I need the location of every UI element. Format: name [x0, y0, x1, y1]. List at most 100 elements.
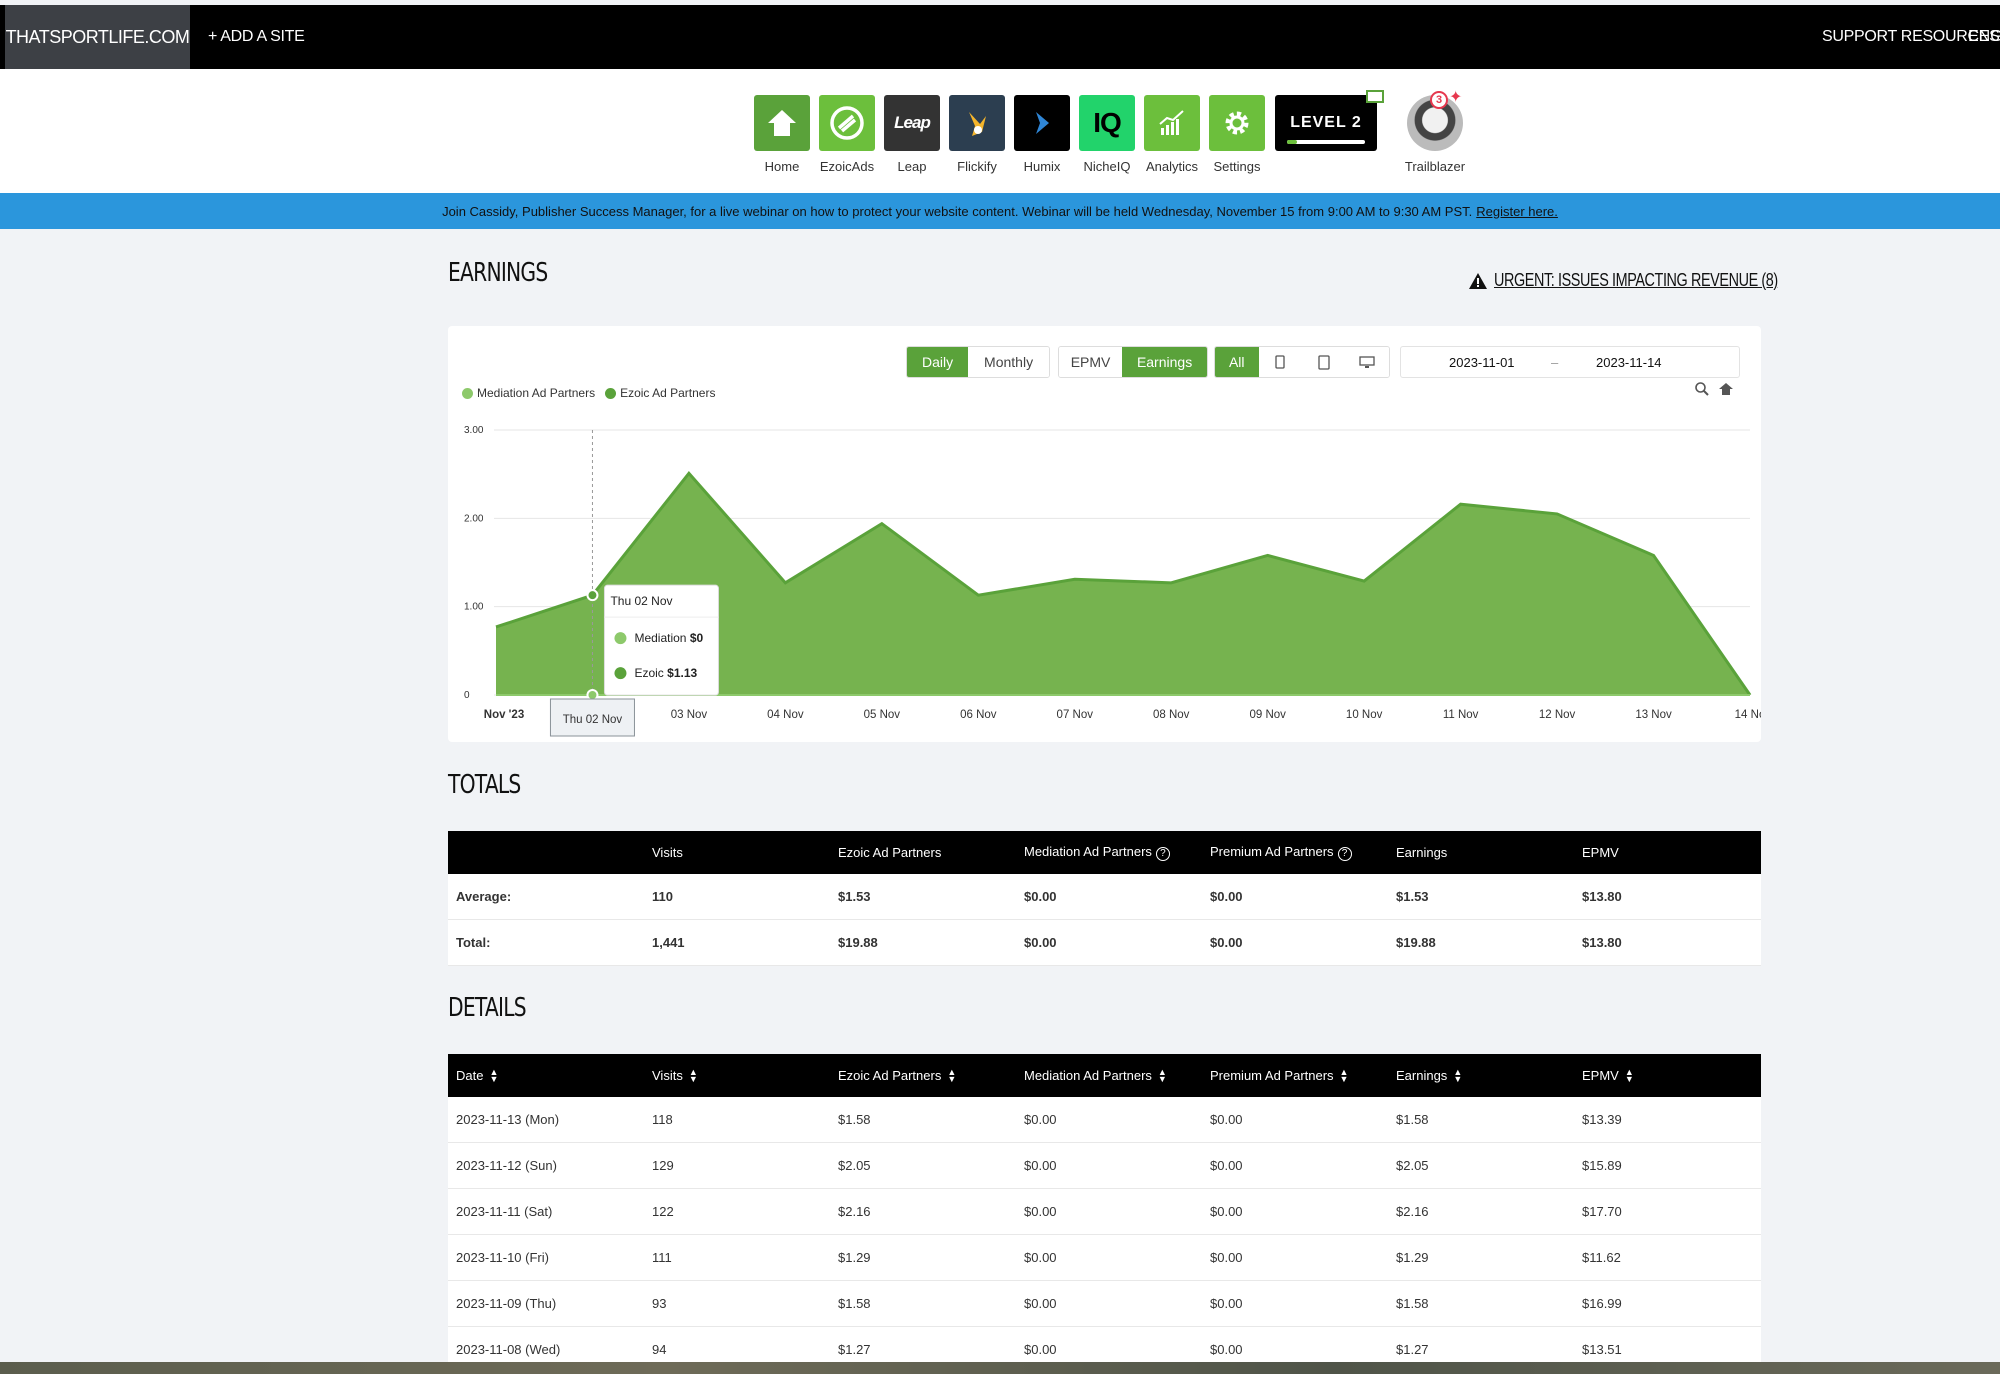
totals-row: Total: 1,441 $19.88 $0.00 $0.00 $19.88 $13.80: [448, 920, 1761, 966]
language-selector[interactable]: ENGLI: [1968, 5, 2000, 69]
legend-dot-ezoic: [605, 387, 617, 399]
sortable-column-header[interactable]: Earnings ▲ ▼: [1396, 1068, 1462, 1084]
app-humix[interactable]: Humix: [1014, 95, 1070, 174]
sort-icon[interactable]: ▲ ▼: [1625, 1068, 1634, 1084]
table-cell: $1.53: [1396, 889, 1429, 904]
add-site-link[interactable]: + ADD A SITE: [208, 5, 305, 69]
column-label: Visits: [652, 1067, 683, 1083]
app-ezoicads[interactable]: EzoicAds: [819, 95, 875, 174]
help-icon[interactable]: ?: [1337, 846, 1352, 861]
table-row: 2023-11-10 (Fri) 111 $1.29 $0.00 $0.00 $1.29 $…: [448, 1235, 1761, 1281]
sortable-column-header[interactable]: Visits ▲ ▼: [652, 1068, 698, 1084]
table-cell: 110: [652, 889, 673, 904]
mail-icon[interactable]: [1366, 90, 1384, 103]
register-link[interactable]: Register here.: [1476, 204, 1558, 219]
table-cell: $2.05: [1396, 1158, 1429, 1173]
help-icon[interactable]: ?: [1155, 846, 1170, 861]
daily-button[interactable]: Daily: [907, 347, 969, 377]
leap-icon: Leap: [884, 95, 940, 151]
x-tick-label: 08 Nov: [1153, 709, 1190, 721]
sort-icon[interactable]: ▲ ▼: [947, 1068, 956, 1084]
site-selector[interactable]: THATSPORTLIFE.COM: [5, 5, 190, 69]
table-cell: $0.00: [1024, 1342, 1057, 1357]
table-cell: $0.00: [1024, 1204, 1057, 1219]
desktop-device-button[interactable]: [1345, 347, 1389, 377]
table-row: 2023-11-09 (Thu) 93 $1.58 $0.00 $0.00 $1.58 $1…: [448, 1281, 1761, 1327]
monthly-button[interactable]: Monthly: [968, 347, 1049, 377]
top-nav-bar: THATSPORTLIFE.COM + ADD A SITE SUPPORT R…: [0, 5, 2000, 69]
details-header-row: Date ▲ ▼ Visits ▲ ▼ Ezoic Ad Partners ▲ ▼ Mediati…: [448, 1054, 1761, 1097]
sort-icon[interactable]: ▲ ▼: [489, 1068, 498, 1084]
app-leap[interactable]: Leap Leap: [884, 95, 940, 174]
table-cell: $1.58: [1396, 1112, 1429, 1127]
y-tick-label: 3.00: [464, 425, 484, 436]
sort-icon[interactable]: ▲ ▼: [1453, 1068, 1462, 1084]
app-label: Leap: [897, 159, 927, 174]
table-cell: 2023-11-10 (Fri): [456, 1250, 549, 1265]
zoom-icon[interactable]: [1694, 381, 1710, 397]
totals-header-row: Visits Ezoic Ad Partners Mediation Ad Pa…: [448, 831, 1761, 874]
app-settings[interactable]: Settings: [1209, 95, 1265, 174]
sortable-column-header[interactable]: Date ▲ ▼: [456, 1068, 498, 1084]
table-cell: $1.27: [838, 1342, 871, 1357]
totals-table: Visits Ezoic Ad Partners Mediation Ad Pa…: [448, 831, 1761, 966]
sortable-column-header[interactable]: Premium Ad Partners ▲ ▼: [1210, 1068, 1348, 1084]
hover-point-ezoic: [586, 589, 599, 602]
earnings-title: EARNINGS: [448, 258, 548, 288]
table-cell: $1.58: [1396, 1296, 1429, 1311]
table-cell: 93: [652, 1296, 667, 1311]
app-flickify[interactable]: Flickify: [949, 95, 1005, 174]
legend-label-ezoic[interactable]: Ezoic Ad Partners: [620, 386, 715, 400]
app-analytics[interactable]: Analytics: [1144, 95, 1200, 174]
period-toggle: Daily Monthly: [906, 346, 1050, 378]
table-cell: Average:: [456, 889, 512, 904]
table-cell: $0.00: [1210, 1250, 1243, 1265]
sortable-column-header[interactable]: Ezoic Ad Partners ▲ ▼: [838, 1068, 956, 1084]
table-row: 2023-11-12 (Sun) 129 $2.05 $0.00 $0.00 $2.05 $…: [448, 1143, 1761, 1189]
earnings-button[interactable]: Earnings: [1122, 347, 1207, 377]
x-tick-label: 06 Nov: [960, 709, 997, 721]
sortable-column-header[interactable]: Mediation Ad Partners ▲ ▼: [1024, 1068, 1167, 1084]
all-devices-button[interactable]: All: [1215, 347, 1259, 377]
sort-icon[interactable]: ▲ ▼: [689, 1068, 698, 1084]
urgent-text: URGENT: ISSUES IMPACTING REVENUE (8): [1494, 270, 1778, 290]
sortable-column-header[interactable]: EPMV ▲ ▼: [1582, 1068, 1634, 1084]
tablet-icon: [1318, 354, 1330, 370]
table-cell: $0.00: [1024, 1158, 1057, 1173]
desktop-icon: [1359, 355, 1375, 368]
reset-zoom-home-icon[interactable]: [1718, 381, 1734, 397]
column-label: Earnings: [1396, 1067, 1448, 1083]
table-cell: $1.27: [1396, 1342, 1429, 1357]
column-label: Date: [456, 1067, 484, 1083]
app-nicheiq[interactable]: IQ NicheIQ: [1079, 95, 1135, 174]
details-title: DETAILS: [448, 993, 527, 1023]
mobile-device-button[interactable]: [1258, 347, 1302, 377]
date-range-picker[interactable]: 2023-11-01 – 2023-11-14: [1400, 346, 1740, 378]
tooltip-date: Thu 02 Nov: [610, 594, 672, 608]
tablet-device-button[interactable]: [1302, 347, 1346, 377]
sort-icon[interactable]: ▲ ▼: [1158, 1068, 1167, 1084]
date-from-field[interactable]: 2023-11-01: [1449, 355, 1515, 370]
table-cell: $1.29: [838, 1250, 871, 1265]
date-separator: –: [1551, 354, 1559, 370]
legend-label-mediation[interactable]: Mediation Ad Partners: [477, 386, 595, 400]
device-toggle: All: [1214, 346, 1390, 378]
app-home[interactable]: Home: [754, 95, 810, 174]
app-label: Flickify: [957, 159, 997, 174]
table-cell: $13.51: [1582, 1342, 1622, 1357]
table-cell: $0.00: [1024, 889, 1057, 904]
col-mediation: Mediation Ad Partners?: [1024, 844, 1170, 861]
table-cell: 94: [652, 1342, 667, 1357]
analytics-icon: [1144, 95, 1200, 151]
urgent-issues-link[interactable]: URGENT: ISSUES IMPACTING REVENUE (8): [1468, 270, 1849, 291]
tooltip-dot-mediation: [614, 632, 627, 645]
banner-text: Join Cassidy, Publisher Success Manager,…: [442, 203, 1473, 219]
epmv-button[interactable]: EPMV: [1059, 347, 1123, 377]
x-tick-label: 11 Nov: [1443, 709, 1479, 721]
column-label: Ezoic Ad Partners: [838, 1067, 942, 1083]
date-to-field[interactable]: 2023-11-14: [1596, 355, 1662, 370]
details-table: Date ▲ ▼ Visits ▲ ▼ Ezoic Ad Partners ▲ ▼ Mediati…: [448, 1054, 1761, 1373]
nicheiq-icon: IQ: [1079, 95, 1135, 151]
y-tick-label: 1.00: [464, 602, 484, 613]
sort-icon[interactable]: ▲ ▼: [1340, 1068, 1349, 1084]
